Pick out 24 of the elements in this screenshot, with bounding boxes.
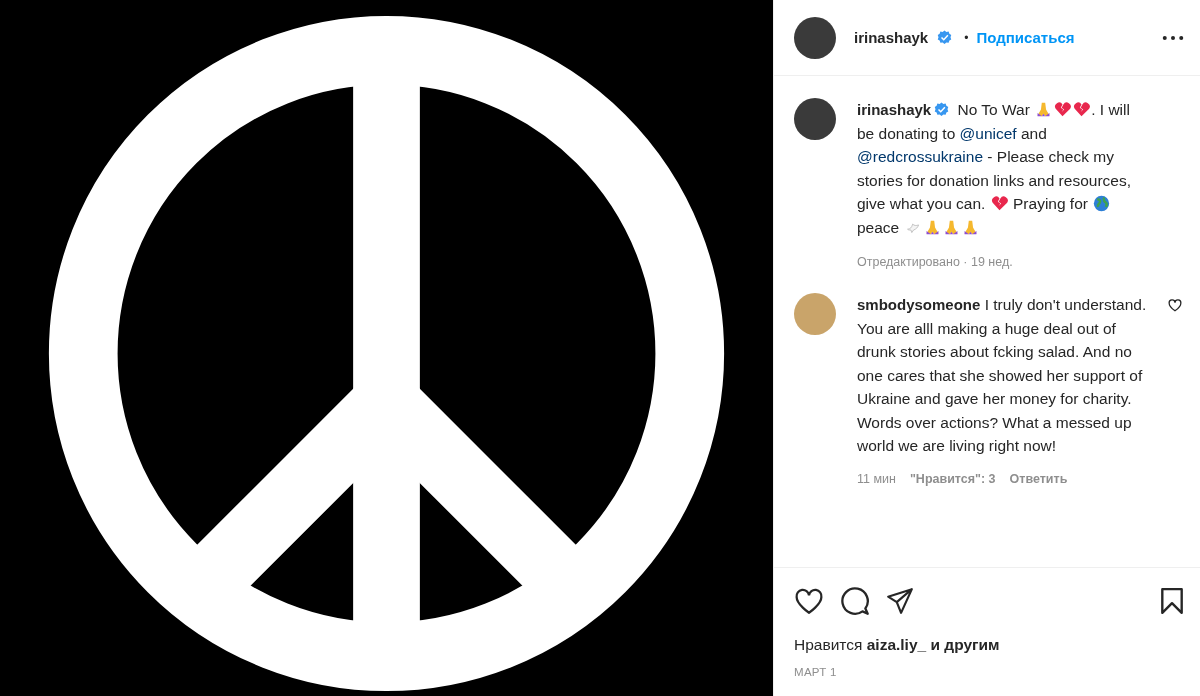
broken-heart-icon [990, 195, 1008, 212]
bookmark-icon[interactable] [1160, 587, 1184, 615]
comment-text: smbodysomeone I truly don't understand. You are alll making a huge deal out of drunk stories about fcking salad. And no one cares that she showed her support of Ukraine and gave her money for charity. Words over actions? What a messed up world we are living right now! [857, 295, 1148, 456]
avatar[interactable] [794, 16, 836, 59]
more-options-icon[interactable] [1162, 34, 1184, 41]
mention-link[interactable]: @redcrossukraine [857, 148, 983, 165]
post-caption: irinashayk No To War . I will be donating to @unicef and @redcrossukraine - Please check my stories for donation links and resources, give what you can. Praying for peace [857, 100, 1132, 238]
username-link[interactable]: irinashayk [854, 29, 929, 46]
like-heart-icon[interactable] [1168, 299, 1182, 312]
post-date: МАРТ 1 [794, 666, 838, 678]
broken-heart-icon [1073, 101, 1091, 118]
username-link[interactable]: irinashayk [857, 101, 932, 118]
broken-heart-icon [1054, 101, 1072, 118]
globe-icon [1093, 195, 1111, 212]
mention-link[interactable]: @unicef [959, 124, 1017, 142]
separator-dot: • [964, 30, 969, 45]
username-link[interactable]: smbodysomeone [857, 296, 981, 313]
heart-icon[interactable] [794, 587, 824, 615]
likes-summary: Нравится aiza.liy_ и другим [794, 636, 1001, 654]
edited-timestamp: Отредактировано · 19 нед. [857, 255, 1014, 269]
comment-time: 11 мин [857, 471, 896, 486]
send-icon[interactable] [886, 587, 914, 615]
comment-bubble-icon[interactable] [840, 586, 870, 616]
avatar[interactable] [794, 98, 836, 140]
